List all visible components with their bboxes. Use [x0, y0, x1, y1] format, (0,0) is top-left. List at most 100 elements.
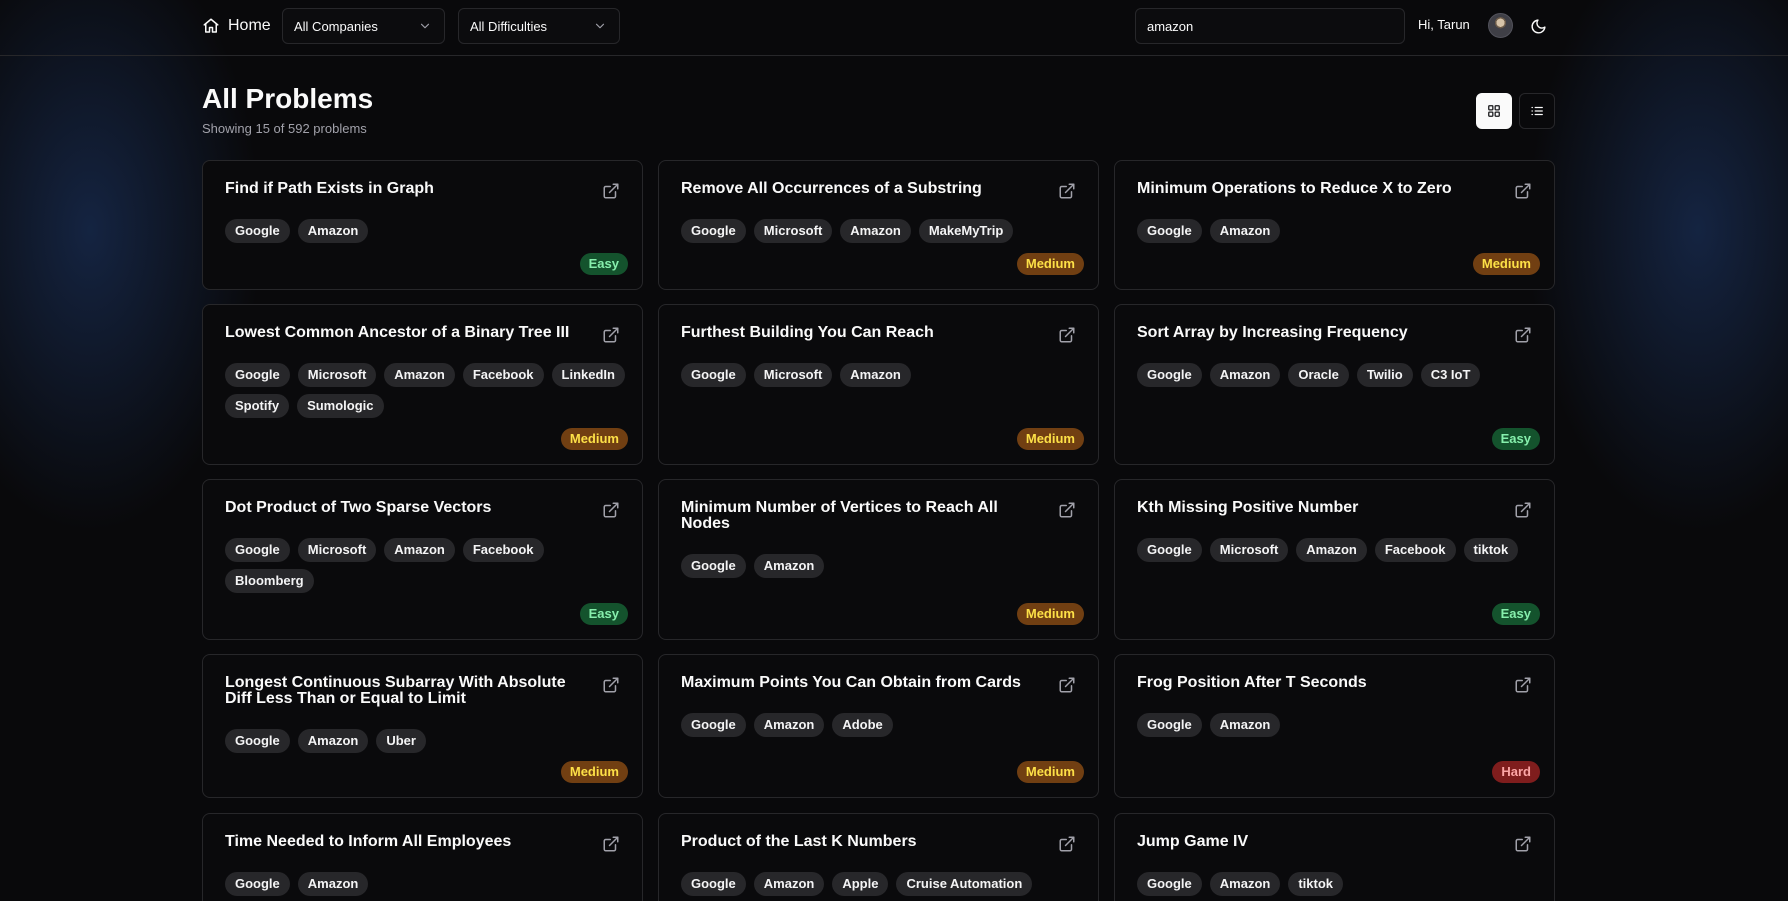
problem-card[interactable]: Dot Product of Two Sparse Vectors Google M… — [202, 479, 643, 640]
problem-title[interactable]: Dot Product of Two Sparse Vectors — [225, 500, 585, 516]
problem-title[interactable]: Furthest Building You Can Reach — [681, 325, 1041, 341]
company-tag[interactable]: Amazon — [384, 363, 455, 387]
external-link-icon[interactable] — [602, 501, 620, 519]
company-filter-select[interactable]: All Companies — [282, 8, 445, 44]
problem-card[interactable]: Find if Path Exists in Graph Google Amazon… — [202, 160, 643, 290]
company-tag[interactable]: tiktok — [1288, 872, 1344, 896]
problem-title[interactable]: Sort Array by Increasing Frequency — [1137, 325, 1497, 341]
company-tag[interactable]: Google — [1137, 219, 1202, 243]
problem-card[interactable]: Minimum Number of Vertices to Reach All … — [658, 479, 1099, 640]
external-link-icon[interactable] — [1514, 501, 1532, 519]
problem-card[interactable]: Lowest Common Ancestor of a Binary Tree … — [202, 304, 643, 465]
company-tag[interactable]: Amazon — [840, 219, 911, 243]
problem-title[interactable]: Time Needed to Inform All Employees — [225, 834, 585, 850]
problem-card[interactable]: Time Needed to Inform All Employees Googl… — [202, 813, 643, 901]
theme-toggle-button[interactable] — [1527, 15, 1549, 37]
problem-card[interactable]: Sort Array by Increasing Frequency Google… — [1114, 304, 1555, 465]
problem-card[interactable]: Minimum Operations to Reduce X to Zero Go… — [1114, 160, 1555, 290]
problem-card[interactable]: Maximum Points You Can Obtain from Cards… — [658, 654, 1099, 798]
company-tag[interactable]: Cruise Automation — [896, 872, 1033, 896]
external-link-icon[interactable] — [1058, 676, 1076, 694]
company-tag[interactable]: Microsoft — [753, 219, 833, 243]
problem-card[interactable]: Product of the Last K Numbers Google Amazo… — [658, 813, 1099, 901]
problem-title[interactable]: Longest Continuous Subarray With Absolut… — [225, 675, 585, 707]
company-tag[interactable]: Adobe — [832, 713, 893, 737]
external-link-icon[interactable] — [1058, 326, 1076, 344]
company-tag[interactable]: Twilio — [1356, 363, 1413, 387]
company-tag[interactable]: MakeMyTrip — [918, 219, 1014, 243]
company-tag[interactable]: Google — [681, 872, 746, 896]
company-tag[interactable]: Amazon — [384, 538, 455, 562]
problem-title[interactable]: Minimum Number of Vertices to Reach All … — [681, 500, 1041, 532]
company-tag[interactable]: Oracle — [1288, 363, 1349, 387]
company-tag[interactable]: Amazon — [1209, 713, 1281, 737]
company-tag[interactable]: Google — [1137, 872, 1202, 896]
company-tag[interactable]: Uber — [376, 729, 426, 753]
company-tag[interactable]: Microsoft — [753, 363, 833, 387]
company-tag[interactable]: Spotify — [225, 394, 290, 418]
external-link-icon[interactable] — [1058, 182, 1076, 200]
company-tag[interactable]: Google — [225, 729, 290, 753]
company-tag[interactable]: Microsoft — [1209, 538, 1289, 562]
company-tag[interactable]: Amazon — [840, 363, 911, 387]
external-link-icon[interactable] — [1058, 835, 1076, 853]
company-tag[interactable]: Google — [681, 363, 746, 387]
external-link-icon[interactable] — [602, 326, 620, 344]
problem-card[interactable]: Remove All Occurrences of a Substring Goo… — [658, 160, 1099, 290]
problem-card[interactable]: Jump Game IV Google Amazon tiktok — [1114, 813, 1555, 901]
company-tag[interactable]: Google — [681, 554, 746, 578]
problem-card[interactable]: Frog Position After T Seconds Google Amazo… — [1114, 654, 1555, 798]
problem-title[interactable]: Jump Game IV — [1137, 834, 1497, 850]
company-tag[interactable]: tiktok — [1463, 538, 1519, 562]
company-tag[interactable]: Google — [225, 219, 290, 243]
problem-title[interactable]: Product of the Last K Numbers — [681, 834, 1041, 850]
company-tag[interactable]: Microsoft — [297, 538, 377, 562]
company-tag[interactable]: C3 IoT — [1420, 363, 1481, 387]
home-link[interactable]: Home — [202, 14, 271, 38]
list-view-button[interactable] — [1519, 93, 1555, 129]
external-link-icon[interactable] — [1514, 182, 1532, 200]
external-link-icon[interactable] — [602, 835, 620, 853]
problem-title[interactable]: Find if Path Exists in Graph — [225, 181, 585, 197]
company-tag[interactable]: Amazon — [753, 713, 825, 737]
company-tag[interactable]: Google — [681, 713, 746, 737]
company-tag[interactable]: Amazon — [1296, 538, 1367, 562]
problem-title[interactable]: Remove All Occurrences of a Substring — [681, 181, 1041, 197]
company-tag[interactable]: Facebook — [462, 363, 544, 387]
company-tag[interactable]: LinkedIn — [551, 363, 625, 387]
company-tag[interactable]: Bloomberg — [225, 569, 314, 593]
company-tag[interactable]: Amazon — [753, 872, 825, 896]
external-link-icon[interactable] — [1058, 501, 1076, 519]
problem-title[interactable]: Kth Missing Positive Number — [1137, 500, 1497, 516]
company-tag[interactable]: Amazon — [1209, 219, 1281, 243]
company-tag[interactable]: Google — [225, 363, 290, 387]
company-tag[interactable]: Amazon — [297, 872, 369, 896]
search-input[interactable] — [1135, 8, 1405, 44]
external-link-icon[interactable] — [1514, 326, 1532, 344]
company-tag[interactable]: Microsoft — [297, 363, 377, 387]
company-tag[interactable]: Google — [1137, 538, 1202, 562]
company-tag[interactable]: Amazon — [1209, 872, 1281, 896]
grid-view-button[interactable] — [1476, 93, 1512, 129]
company-tag[interactable]: Amazon — [297, 219, 369, 243]
company-tag[interactable]: Google — [1137, 713, 1202, 737]
company-tag[interactable]: Google — [225, 538, 290, 562]
company-tag[interactable]: Amazon — [297, 729, 369, 753]
company-tag[interactable]: Google — [1137, 363, 1202, 387]
problem-card[interactable]: Furthest Building You Can Reach Google Mic… — [658, 304, 1099, 465]
problem-title[interactable]: Minimum Operations to Reduce X to Zero — [1137, 181, 1497, 197]
company-tag[interactable]: Amazon — [1209, 363, 1281, 387]
company-tag[interactable]: Google — [681, 219, 746, 243]
external-link-icon[interactable] — [1514, 835, 1532, 853]
problem-title[interactable]: Maximum Points You Can Obtain from Cards — [681, 675, 1041, 691]
company-tag[interactable]: Facebook — [462, 538, 544, 562]
problem-card[interactable]: Longest Continuous Subarray With Absolut… — [202, 654, 643, 798]
company-tag[interactable]: Amazon — [753, 554, 825, 578]
problem-title[interactable]: Frog Position After T Seconds — [1137, 675, 1497, 691]
avatar[interactable] — [1488, 13, 1513, 38]
company-tag[interactable]: Apple — [832, 872, 889, 896]
external-link-icon[interactable] — [1514, 676, 1532, 694]
difficulty-filter-select[interactable]: All Difficulties — [458, 8, 620, 44]
external-link-icon[interactable] — [602, 182, 620, 200]
problem-title[interactable]: Lowest Common Ancestor of a Binary Tree … — [225, 325, 585, 341]
